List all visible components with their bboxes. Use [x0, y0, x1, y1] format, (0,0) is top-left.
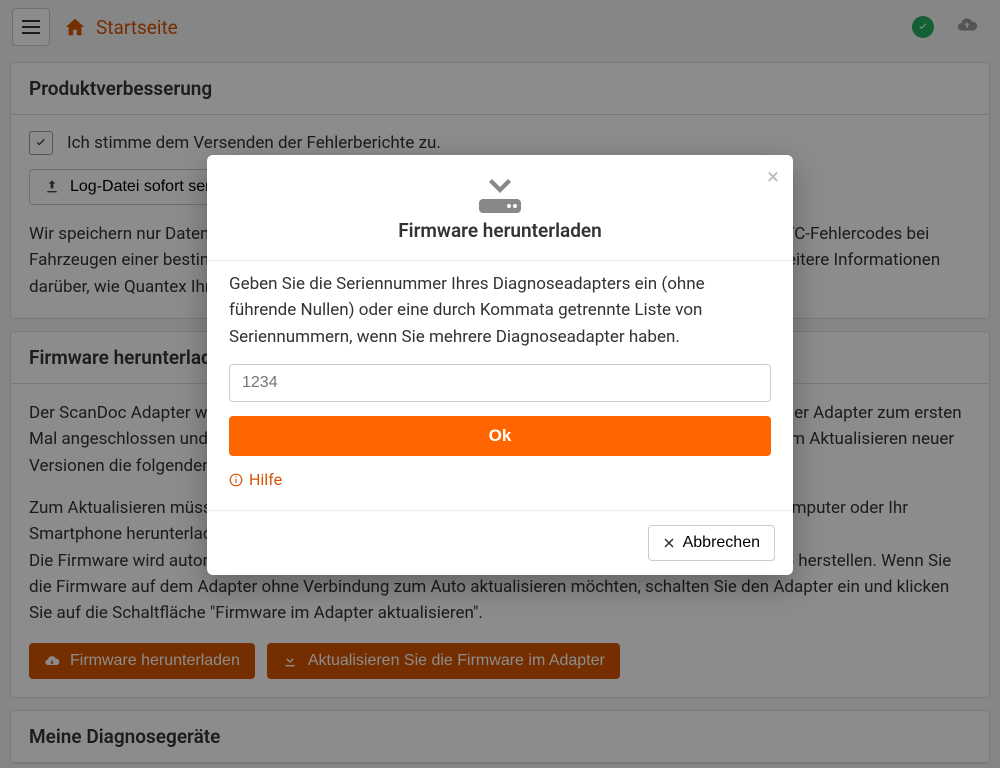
modal-overlay[interactable]: × Firmware herunterladen Geben Sie die S… [0, 0, 1000, 768]
help-link[interactable]: Hilfe [229, 470, 282, 489]
modal-title: Firmware herunterladen [227, 219, 773, 242]
firmware-download-modal: × Firmware herunterladen Geben Sie die S… [207, 155, 793, 575]
close-x-icon [663, 537, 675, 549]
help-label: Hilfe [249, 470, 282, 489]
cancel-label: Abbrechen [683, 534, 760, 552]
serial-number-input[interactable] [229, 364, 771, 402]
info-icon [229, 473, 243, 487]
download-illustration-icon [472, 169, 528, 213]
close-icon[interactable]: × [767, 165, 779, 190]
modal-instruction: Geben Sie die Seriennummer Ihres Diagnos… [229, 271, 771, 350]
cancel-button[interactable]: Abbrechen [648, 525, 775, 561]
ok-button[interactable]: Ok [229, 416, 771, 456]
